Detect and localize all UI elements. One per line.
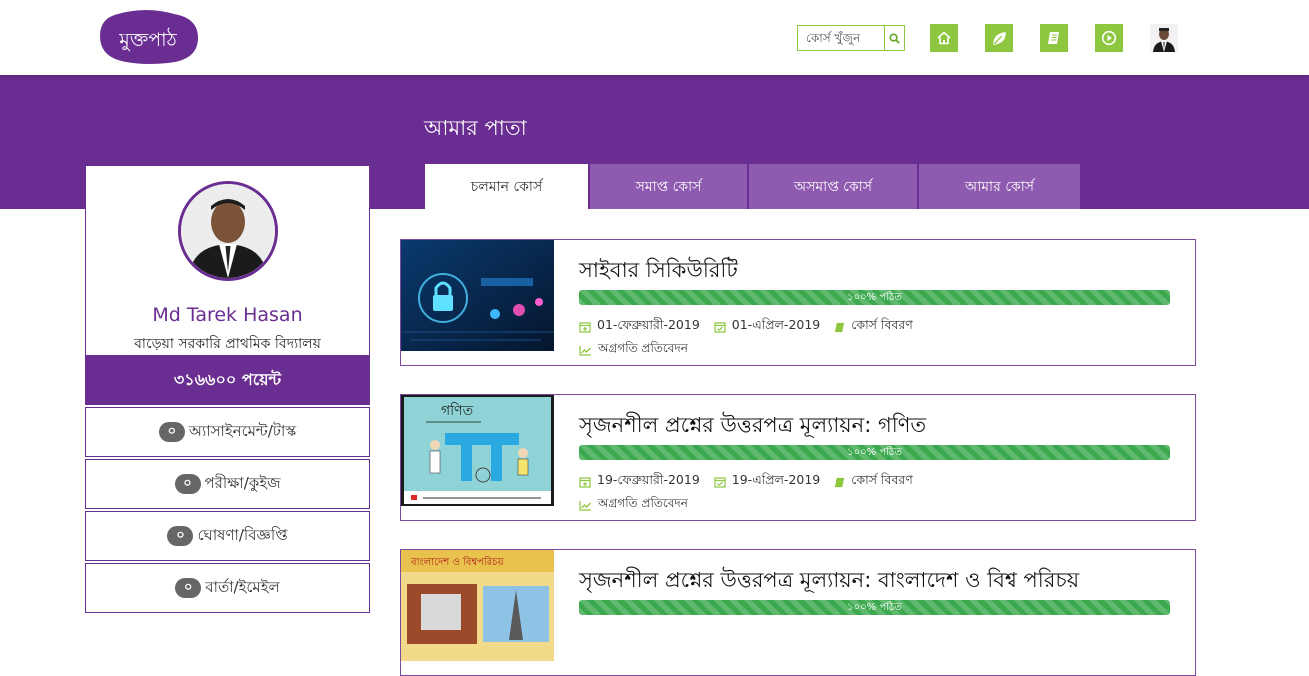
count-badge: ০ bbox=[158, 422, 185, 442]
user-avatar[interactable] bbox=[1150, 24, 1178, 52]
progress-report-link[interactable]: অগ্রগতি প্রতিবেদন bbox=[579, 340, 688, 360]
profile-card: Md Tarek Hasan বাড়েয়া সরকারি প্রাথমিক … bbox=[85, 165, 370, 355]
chart-line-icon bbox=[579, 500, 591, 511]
points-display: ৩১৬৬০০ পয়েন্ট bbox=[85, 355, 370, 405]
home-button[interactable] bbox=[930, 24, 958, 52]
sidebar-item-exams[interactable]: ০ পরীক্ষা/কুইজ bbox=[85, 459, 370, 509]
start-date-value: 19-ফেব্রুয়ারী-2019 bbox=[597, 472, 700, 487]
course-details-link[interactable]: কোর্স বিবরণ bbox=[834, 317, 913, 337]
sidebar-item-label: ঘোষণা/বিজ্ঞপ্তি bbox=[197, 525, 288, 544]
top-header: মুক্তপাঠ bbox=[0, 0, 1309, 75]
start-date-value: 01-ফেব্রুয়ারী-2019 bbox=[597, 317, 700, 332]
progress-bar: ১০০% পঠিত bbox=[579, 600, 1170, 615]
course-meta: 01-ফেব্রুয়ারী-2019 01-এপ্রিল-2019 কোর্স… bbox=[579, 317, 927, 337]
page-title: আমার পাতা bbox=[424, 116, 527, 140]
end-date-value: 01-এপ্রিল-2019 bbox=[731, 317, 821, 332]
search-icon bbox=[889, 32, 900, 44]
sidebar-item-messages[interactable]: ০ বার্তা/ইমেইল bbox=[85, 563, 370, 613]
sidebar-item-label: অ্যাসাইনমেন্ট/টাস্ক bbox=[188, 421, 297, 440]
tab-incomplete-courses[interactable]: অসমাপ্ত কোর্স bbox=[749, 164, 917, 209]
progress-report-label: অগ্রগতি প্রতিবেদন bbox=[598, 496, 688, 510]
course-search bbox=[797, 25, 905, 51]
tab-completed-courses[interactable]: সমাপ্ত কোর্স bbox=[590, 164, 747, 209]
profile-name: Md Tarek Hasan bbox=[152, 304, 303, 326]
course-tabs: চলমান কোর্স সমাপ্ত কোর্স অসমাপ্ত কোর্স আ… bbox=[425, 164, 1082, 209]
profile-photo bbox=[178, 181, 278, 281]
logo-text: মুক্তপাঠ bbox=[118, 28, 177, 51]
course-thumbnail[interactable]: গণিত bbox=[401, 395, 554, 506]
thumb-title: বাংলাদেশ ও বিশ্বপরিচয় bbox=[410, 556, 505, 568]
course-details-link[interactable]: কোর্স বিবরণ bbox=[834, 472, 913, 492]
progress-report-label: অগ্রগতি প্রতিবেদন bbox=[598, 341, 688, 355]
search-button[interactable] bbox=[884, 26, 904, 50]
progress-bar: ১০০% পঠিত bbox=[579, 445, 1170, 460]
course-thumbnail[interactable] bbox=[401, 240, 554, 351]
chart-line-icon bbox=[579, 345, 591, 356]
course-meta: 19-ফেব্রুয়ারী-2019 19-এপ্রিল-2019 কোর্স… bbox=[579, 472, 927, 492]
book-icon bbox=[835, 322, 845, 332]
book-icon bbox=[835, 477, 845, 487]
calendar-check-icon bbox=[714, 477, 726, 488]
end-date-value: 19-এপ্রিল-2019 bbox=[731, 472, 821, 487]
book-icon bbox=[1048, 32, 1059, 44]
course-title[interactable]: সাইবার সিকিউরিটি bbox=[579, 254, 738, 289]
start-date: 01-ফেব্রুয়ারী-2019 bbox=[579, 317, 700, 337]
site-logo[interactable]: মুক্তপাঠ bbox=[98, 8, 200, 66]
course-thumbnail[interactable]: বাংলাদেশ ও বিশ্বপরিচয় bbox=[401, 550, 554, 661]
course-details-label: কোর্স বিবরণ bbox=[851, 472, 913, 487]
search-input[interactable] bbox=[798, 26, 884, 50]
sidebar-item-label: পরীক্ষা/কুইজ bbox=[204, 473, 281, 492]
thumb-title: গণিত bbox=[441, 402, 474, 419]
course-title[interactable]: সৃজনশীল প্রশ্নের উত্তরপত্র মূল্যায়ন: গণ… bbox=[579, 409, 926, 444]
progress-report-link[interactable]: অগ্রগতি প্রতিবেদন bbox=[579, 495, 688, 515]
calendar-plus-icon bbox=[579, 477, 591, 488]
sidebar-item-announcements[interactable]: ০ ঘোষণা/বিজ্ঞপ্তি bbox=[85, 511, 370, 561]
count-badge: ০ bbox=[174, 474, 201, 494]
tab-running-courses[interactable]: চলমান কোর্স bbox=[425, 164, 588, 209]
course-details-label: কোর্স বিবরণ bbox=[851, 317, 913, 332]
home-icon bbox=[937, 31, 951, 45]
courses-button[interactable] bbox=[985, 24, 1013, 52]
video-button[interactable] bbox=[1095, 24, 1123, 52]
count-badge: ০ bbox=[167, 526, 194, 546]
play-icon bbox=[1101, 30, 1117, 46]
leaf-icon bbox=[992, 31, 1006, 45]
count-badge: ০ bbox=[175, 578, 202, 598]
start-date: 19-ফেব্রুয়ারী-2019 bbox=[579, 472, 700, 492]
library-button[interactable] bbox=[1040, 24, 1068, 52]
progress-bar: ১০০% পঠিত bbox=[579, 290, 1170, 305]
course-card[interactable]: সাইবার সিকিউরিটি ১০০% পঠিত 01-ফেব্রুয়ার… bbox=[400, 239, 1196, 366]
end-date: 19-এপ্রিল-2019 bbox=[714, 472, 820, 492]
course-card[interactable]: গণিত সৃজনশীল প্রশ্নের উত্তরপত্র মূল্যায়… bbox=[400, 394, 1196, 521]
course-card[interactable]: বাংলাদেশ ও বিশ্বপরিচয় সৃজনশীল প্রশ্নের … bbox=[400, 549, 1196, 676]
sidebar-item-assignments[interactable]: ০ অ্যাসাইনমেন্ট/টাস্ক bbox=[85, 407, 370, 457]
end-date: 01-এপ্রিল-2019 bbox=[714, 317, 820, 337]
sidebar-item-label: বার্তা/ইমেইল bbox=[205, 577, 280, 596]
calendar-check-icon bbox=[714, 322, 726, 333]
profile-school: বাড়েয়া সরকারি প্রাথমিক বিদ্যালয় bbox=[134, 336, 321, 352]
calendar-plus-icon bbox=[579, 322, 591, 333]
course-title[interactable]: সৃজনশীল প্রশ্নের উত্তরপত্র মূল্যায়ন: বা… bbox=[579, 564, 1079, 599]
tab-my-courses[interactable]: আমার কোর্স bbox=[919, 164, 1080, 209]
